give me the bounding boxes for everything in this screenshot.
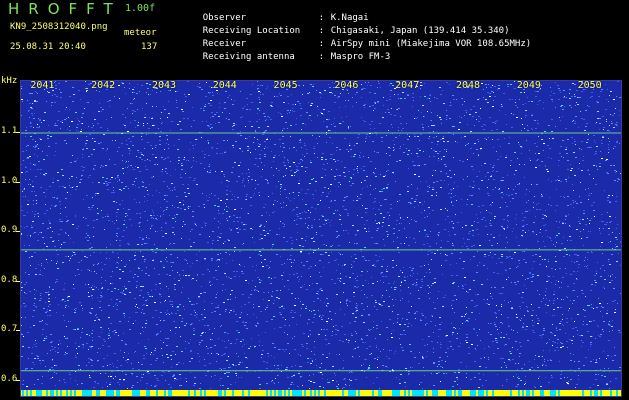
antenna-row: Receiving antenna: Maspro FM-3 xyxy=(181,42,391,72)
y-tick-label: 1.1 xyxy=(1,126,18,136)
y-axis-unit: kHz xyxy=(1,76,18,86)
x-tick-label: 2043 xyxy=(151,80,177,91)
x-tick-label: 2041 xyxy=(30,80,55,91)
x-tick-label: 2044 xyxy=(212,80,237,91)
app-title: HROFFT xyxy=(8,0,122,18)
y-tick-label: 0.6 xyxy=(1,373,18,384)
x-tick-label: 2048 xyxy=(455,80,481,91)
x-tick-label: 2047 xyxy=(395,80,420,91)
separator: : xyxy=(318,52,325,62)
header-panel: HROFFT 1.00f KN9_2508312040.png meteor 2… xyxy=(0,0,629,76)
spectrogram-background xyxy=(20,80,622,397)
antenna-value: Maspro FM-3 xyxy=(330,52,391,62)
app-version: 1.00f xyxy=(125,3,156,14)
x-tick-label: 2049 xyxy=(516,80,541,91)
bottom-level-bar xyxy=(20,390,622,397)
y-tick-label: 0.7 xyxy=(1,324,18,335)
y-tick-label: 1.0 xyxy=(1,175,18,186)
mode-label: meteor xyxy=(124,28,157,38)
antenna-label: Receiving antenna xyxy=(202,52,295,62)
spectrogram-plot[interactable] xyxy=(20,80,622,397)
x-tick-label: 2050 xyxy=(577,80,602,91)
x-tick-label: 2046 xyxy=(334,80,359,91)
x-tick-label: 2042 xyxy=(91,80,116,91)
spectrogram-canvas xyxy=(20,80,622,397)
y-tick-label: 0.9 xyxy=(1,225,18,236)
x-tick-label: 2045 xyxy=(273,80,298,91)
file-name: KN9_2508312040.png xyxy=(10,22,108,32)
meteor-count: 137 xyxy=(141,42,158,52)
y-axis: kHz 1.1 1.0 0.9 0.8 0.7 0.6 xyxy=(0,76,20,400)
observation-datetime: 25.08.31 20:40 xyxy=(10,42,86,52)
y-tick-label: 0.8 xyxy=(1,274,18,285)
